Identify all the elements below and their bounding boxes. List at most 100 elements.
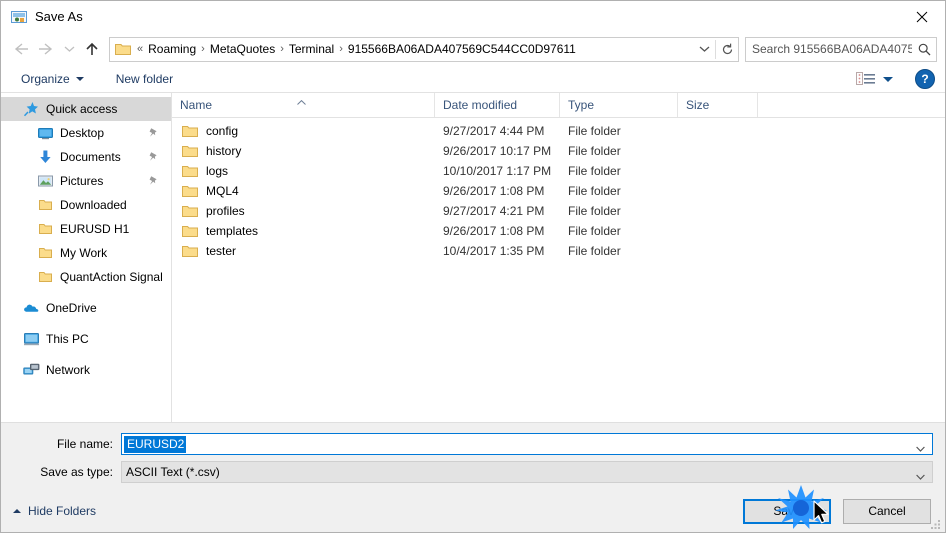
sidebar-item-this-pc[interactable]: This PC — [1, 327, 171, 351]
close-button[interactable] — [899, 1, 945, 32]
file-name-row: File name: EURUSD2 — [1, 433, 945, 455]
window-title: Save As — [35, 9, 83, 24]
column-header-label: Name — [180, 98, 213, 112]
save-button[interactable]: Save — [743, 498, 831, 524]
breadcrumb-item-instance[interactable]: 915566BA06ADA407569C544CC0D97611 — [345, 41, 579, 57]
table-row[interactable]: history 9/26/2017 10:17 PM File folder — [172, 141, 945, 161]
table-row[interactable]: config 9/27/2017 4:44 PM File folder — [172, 121, 945, 141]
file-name-input[interactable]: EURUSD2 — [124, 435, 187, 453]
address-dropdown-button[interactable] — [693, 39, 715, 60]
column-header-type[interactable]: Type — [560, 93, 678, 117]
column-header-date-modified[interactable]: Date modified — [435, 93, 560, 117]
folder-icon — [37, 269, 54, 285]
cell-date-modified: 9/27/2017 4:21 PM — [443, 204, 545, 218]
network-icon — [23, 362, 40, 378]
cell-name: templates — [172, 224, 435, 238]
save-as-type-value: ASCII Text (*.csv) — [126, 465, 220, 479]
cell-name: profiles — [172, 204, 435, 218]
help-button[interactable]: ? — [915, 69, 935, 89]
file-name-field[interactable]: EURUSD2 — [121, 433, 933, 455]
sidebar-item-label: EURUSD H1 — [60, 222, 130, 236]
hide-folders-label: Hide Folders — [28, 504, 97, 518]
folder-icon — [182, 205, 198, 218]
file-name-label: tester — [206, 244, 237, 258]
new-folder-button[interactable]: New folder — [112, 70, 177, 88]
column-header-label: Size — [686, 98, 710, 112]
back-button[interactable] — [7, 36, 33, 62]
sidebar-item-label: My Work — [60, 246, 108, 260]
table-row[interactable]: MQL4 9/26/2017 1:08 PM File folder — [172, 181, 945, 201]
sidebar-item-quick-access[interactable]: Quick access — [1, 97, 171, 121]
breadcrumb-item-metaquotes[interactable]: MetaQuotes — [207, 41, 278, 57]
cell-date-modified: 9/26/2017 10:17 PM — [443, 144, 552, 158]
breadcrumb-overflow[interactable]: « — [135, 43, 145, 55]
search-box[interactable]: Search 915566BA06ADA40756... — [745, 36, 937, 62]
sidebar-item-label: Downloaded — [60, 198, 127, 212]
breadcrumb-item-roaming[interactable]: Roaming — [145, 41, 199, 57]
column-header-size[interactable]: Size — [678, 93, 758, 117]
folder-icon — [182, 225, 198, 238]
refresh-button[interactable] — [716, 39, 738, 60]
breadcrumb-item-terminal[interactable]: Terminal — [286, 41, 337, 57]
breadcrumb-separator: › — [201, 43, 205, 55]
sidebar-item-label: This PC — [46, 332, 89, 346]
sidebar-item-documents[interactable]: Documents — [1, 145, 171, 169]
file-rows: config 9/27/2017 4:44 PM File folder his… — [172, 118, 945, 422]
resize-grip[interactable] — [930, 518, 942, 530]
chevron-down-icon — [75, 77, 84, 81]
this-pc-icon — [23, 331, 40, 347]
save-as-dialog: Save As « Roaming › MetaQuotes › Termina… — [0, 0, 946, 533]
cell-name: MQL4 — [172, 184, 435, 198]
chevron-down-icon[interactable] — [883, 76, 893, 82]
table-row[interactable]: logs 10/10/2017 1:17 PM File folder — [172, 161, 945, 181]
column-header-label: Date modified — [443, 98, 518, 112]
save-as-type-select[interactable]: ASCII Text (*.csv) — [121, 461, 933, 483]
cell-date-modified: 9/27/2017 4:44 PM — [443, 124, 545, 138]
folder-icon — [182, 185, 198, 198]
desktop-icon — [37, 125, 54, 141]
sidebar-item-desktop[interactable]: Desktop — [1, 121, 171, 145]
column-header-name[interactable]: Name — [172, 93, 435, 117]
sidebar-item-label: Pictures — [60, 174, 104, 188]
folder-icon — [37, 245, 54, 261]
folder-icon — [182, 125, 198, 138]
pin-icon — [148, 127, 159, 138]
dialog-footer: Hide Folders Save Cancel — [1, 490, 945, 532]
column-header-filler — [758, 93, 945, 117]
footer-buttons: Save Cancel — [743, 498, 931, 524]
table-row[interactable]: profiles 9/27/2017 4:21 PM File folder — [172, 201, 945, 221]
folder-icon — [182, 165, 198, 178]
organize-button[interactable]: Organize — [17, 70, 88, 88]
sidebar-item-onedrive[interactable]: OneDrive — [1, 296, 171, 320]
breadcrumb-separator: › — [339, 43, 343, 55]
hide-folders-button[interactable]: Hide Folders — [13, 504, 96, 518]
chevron-down-icon[interactable] — [916, 441, 925, 452]
documents-icon — [37, 149, 54, 165]
file-name-label: profiles — [206, 204, 245, 218]
sidebar-item-downloaded[interactable]: Downloaded — [1, 193, 171, 217]
onedrive-icon — [23, 300, 40, 316]
file-name-label: logs — [206, 164, 229, 178]
sidebar-item-quantaction-signal[interactable]: QuantAction Signal — [1, 265, 171, 289]
chevron-up-icon — [13, 509, 21, 513]
table-row[interactable]: tester 10/4/2017 1:35 PM File folder — [172, 241, 945, 261]
breadcrumb: « Roaming › MetaQuotes › Terminal › 9155… — [135, 41, 693, 57]
search-input[interactable]: Search 915566BA06ADA40756... — [746, 42, 912, 56]
sidebar-item-my-work[interactable]: My Work — [1, 241, 171, 265]
save-as-type-label: Save as type: — [40, 465, 113, 479]
sidebar-item-network[interactable]: Network — [1, 358, 171, 382]
view-layout-icon[interactable] — [856, 71, 876, 87]
recent-locations-button[interactable] — [59, 36, 79, 62]
chevron-down-icon[interactable] — [916, 469, 925, 480]
breadcrumb-separator: › — [280, 43, 284, 55]
up-button[interactable] — [79, 36, 105, 62]
sidebar-item-pictures[interactable]: Pictures — [1, 169, 171, 193]
address-bar[interactable]: « Roaming › MetaQuotes › Terminal › 9155… — [109, 36, 739, 62]
forward-button[interactable] — [33, 36, 59, 62]
cancel-button[interactable]: Cancel — [843, 498, 931, 524]
table-row[interactable]: templates 9/26/2017 1:08 PM File folder — [172, 221, 945, 241]
sidebar-item-eurusd-h1[interactable]: EURUSD H1 — [1, 217, 171, 241]
navigation-bar: « Roaming › MetaQuotes › Terminal › 9155… — [1, 32, 945, 66]
file-name-label: config — [206, 124, 239, 138]
